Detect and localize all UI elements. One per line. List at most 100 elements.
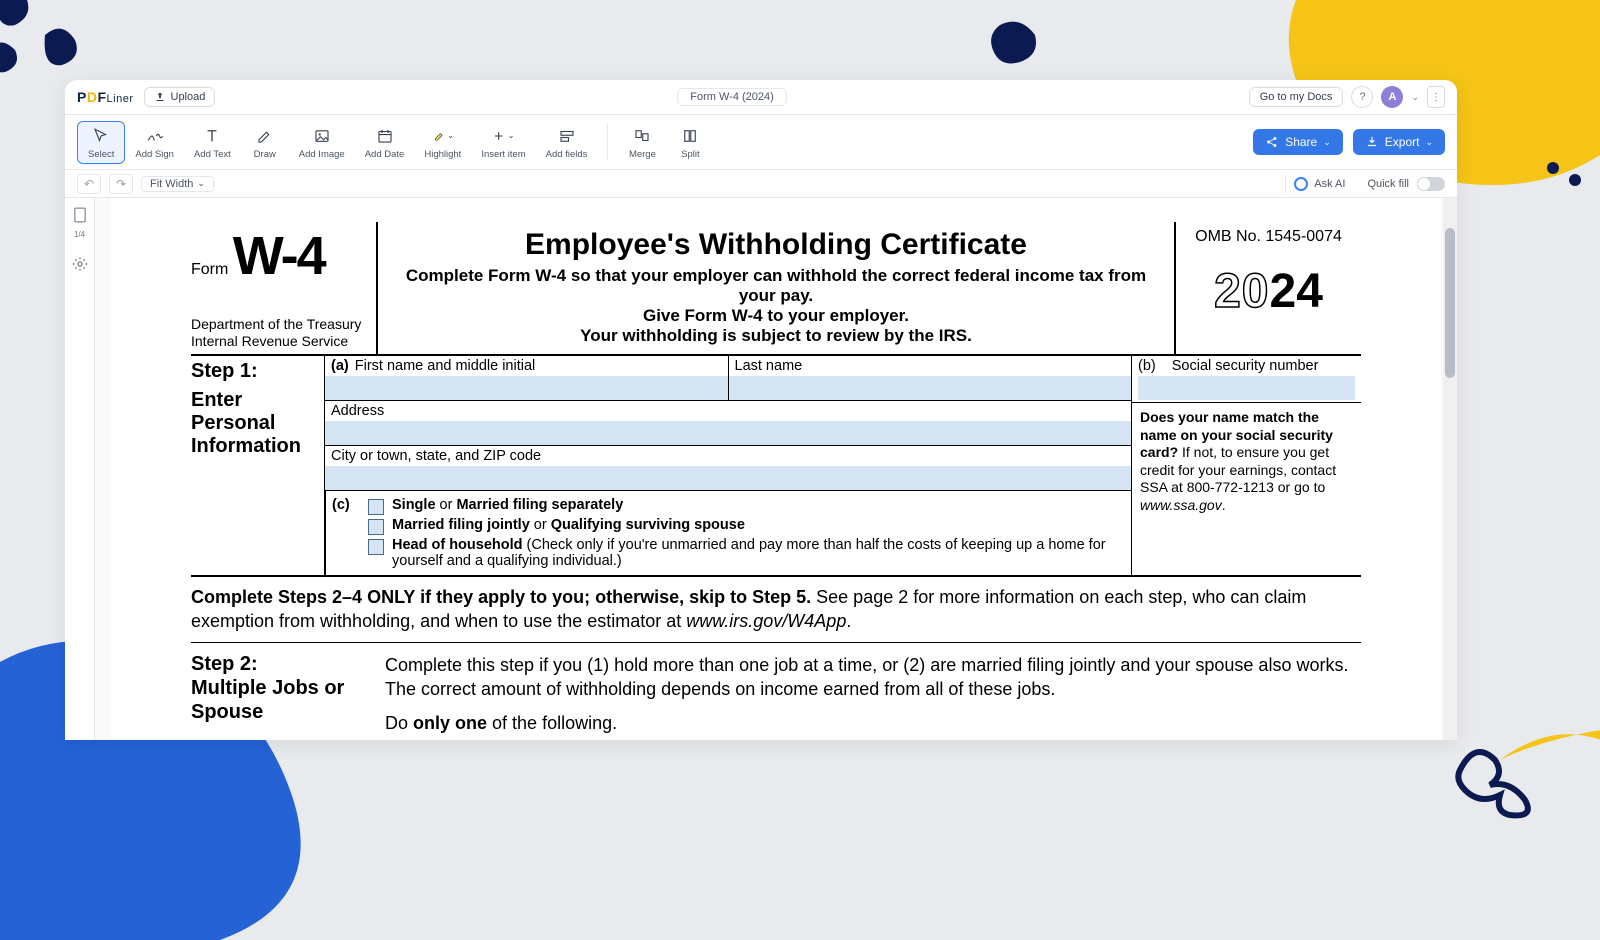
- step2-p2: Do only one of the following.: [385, 711, 1361, 735]
- zoom-label: Fit Width: [150, 178, 193, 190]
- form-header: Form W-4 Department of the Treasury Inte…: [191, 222, 1361, 356]
- document-title-pill[interactable]: Form W-4 (2024): [677, 88, 787, 106]
- my-docs-button[interactable]: Go to my Docs: [1249, 87, 1344, 107]
- tool-label: Add Image: [299, 149, 345, 160]
- form-header-center: Employee's Withholding Certificate Compl…: [376, 222, 1176, 354]
- tool-draw[interactable]: Draw: [241, 121, 289, 164]
- decorative-blob-yellow-br: [1460, 720, 1600, 920]
- dept-line2: Internal Revenue Service: [191, 333, 376, 350]
- page-thumbnails-button[interactable]: [69, 204, 91, 226]
- ssn-label: Social security number: [1172, 358, 1319, 374]
- settings-button[interactable]: [69, 253, 91, 275]
- app-window: PDFLiner Upload Form W-4 (2024) Go to my…: [65, 80, 1457, 740]
- split-icon: [679, 125, 701, 147]
- toolbar: Select Add Sign Add Text Draw Add Image …: [65, 115, 1457, 170]
- tool-merge[interactable]: Merge: [618, 122, 666, 163]
- checkbox-married-jointly[interactable]: [368, 519, 384, 535]
- undo-button[interactable]: ↶: [77, 174, 101, 194]
- subtoolbar: ↶ ↷ Fit Width ⌄ Ask AI Quick fill: [65, 170, 1457, 198]
- signature-icon: [144, 125, 166, 147]
- more-menu-button[interactable]: ⋮: [1427, 86, 1445, 108]
- quickfill-toggle[interactable]: [1417, 177, 1445, 191]
- document-viewer[interactable]: Form W-4 Department of the Treasury Inte…: [95, 198, 1457, 740]
- ssn-help-text: Does your name match the name on your so…: [1132, 403, 1361, 520]
- step1-label: Step 1: Enter Personal Information: [191, 356, 324, 575]
- omb-number: OMB No. 1545-0074: [1180, 228, 1357, 246]
- chevron-down-icon: ⌄: [1425, 137, 1433, 148]
- image-icon: [311, 125, 333, 147]
- zoom-select[interactable]: Fit Width ⌄: [141, 176, 214, 192]
- form-prefix: Form: [191, 261, 228, 278]
- tool-add-text[interactable]: Add Text: [184, 121, 241, 164]
- filing-status-section: (c) Single or Married filing separately …: [325, 491, 1131, 575]
- dept-line1: Department of the Treasury: [191, 316, 376, 333]
- ask-ai-button[interactable]: Ask AI: [1285, 175, 1353, 193]
- tool-label: Draw: [254, 149, 276, 160]
- cursor-icon: [90, 125, 112, 147]
- tool-label: Add Date: [365, 149, 405, 160]
- step2-p1: Complete this step if you (1) hold more …: [385, 653, 1361, 702]
- tool-split[interactable]: Split: [666, 122, 714, 163]
- step1-ssn-col: (b) Social security number Does your nam…: [1131, 356, 1361, 575]
- help-button[interactable]: ?: [1351, 86, 1373, 108]
- tool-add-image[interactable]: Add Image: [289, 121, 355, 164]
- document-page: Form W-4 Department of the Treasury Inte…: [111, 198, 1441, 740]
- tool-label: Insert item: [481, 149, 525, 160]
- step1-section: Step 1: Enter Personal Information (a) Fi…: [191, 356, 1361, 576]
- upload-icon: [154, 91, 166, 103]
- avatar-menu-caret-icon[interactable]: ⌄: [1411, 92, 1419, 103]
- tool-label: Add fields: [546, 149, 588, 160]
- tool-label: Highlight: [424, 149, 461, 160]
- first-name-label: First name and middle initial: [355, 358, 536, 374]
- quickfill-label: Quick fill: [1367, 178, 1409, 190]
- quickfill-row: Quick fill: [1367, 177, 1445, 191]
- tool-add-sign[interactable]: Add Sign: [125, 121, 184, 164]
- redo-button[interactable]: ↷: [109, 174, 133, 194]
- share-label: Share: [1285, 135, 1317, 149]
- label-a: (a): [331, 358, 349, 374]
- instruction-text: Complete Steps 2–4 ONLY if they apply to…: [191, 576, 1361, 643]
- last-name-field[interactable]: [729, 376, 1132, 400]
- checkbox-single[interactable]: [368, 499, 384, 515]
- upload-button[interactable]: Upload: [144, 87, 216, 107]
- step2-number: Step 2:: [191, 653, 361, 676]
- filing-option-1: Single or Married filing separately: [392, 497, 623, 513]
- page-icon: [73, 207, 87, 223]
- tool-highlight[interactable]: ⌄ Highlight: [414, 121, 471, 164]
- form-code: W-4: [233, 226, 325, 286]
- step1-fields: (a)First name and middle initial Last na…: [324, 356, 1131, 575]
- redo-icon: ↷: [116, 177, 126, 191]
- chevron-down-icon: ⌄: [1323, 137, 1331, 148]
- scrollbar-thumb[interactable]: [1445, 228, 1455, 378]
- tool-insert-item[interactable]: ⌄ Insert item: [471, 121, 535, 164]
- filing-option-2: Married filing jointly or Qualifying sur…: [392, 517, 745, 533]
- chevron-down-icon: ⌄: [197, 178, 205, 189]
- brand-logo: PDFLiner: [77, 89, 134, 105]
- ssn-field[interactable]: [1138, 376, 1355, 400]
- highlight-icon: ⌄: [432, 125, 454, 147]
- export-button[interactable]: Export ⌄: [1353, 129, 1445, 155]
- plus-icon: ⌄: [492, 125, 514, 147]
- step2-body: Complete this step if you (1) hold more …: [385, 653, 1361, 740]
- address-field[interactable]: [325, 421, 1131, 445]
- header-bar: PDFLiner Upload Form W-4 (2024) Go to my…: [65, 80, 1457, 115]
- form-sub3: Your withholding is subject to review by…: [388, 326, 1164, 346]
- tool-label: Add Sign: [135, 149, 174, 160]
- decorative-dots-tr: [1545, 160, 1585, 200]
- pencil-icon: [254, 125, 276, 147]
- form-header-left: Form W-4 Department of the Treasury Inte…: [191, 222, 376, 354]
- tool-add-fields[interactable]: Add fields: [536, 121, 598, 164]
- tool-add-date[interactable]: Add Date: [355, 121, 415, 164]
- user-avatar[interactable]: A: [1381, 86, 1403, 108]
- city-field[interactable]: [325, 466, 1131, 490]
- first-name-field[interactable]: [325, 376, 728, 400]
- tool-label: Select: [88, 149, 114, 160]
- undo-icon: ↶: [84, 177, 94, 191]
- checkbox-head-household[interactable]: [368, 539, 384, 555]
- city-label: City or town, state, and ZIP code: [325, 446, 1131, 466]
- tool-select[interactable]: Select: [77, 121, 125, 164]
- share-button[interactable]: Share ⌄: [1253, 129, 1343, 155]
- calendar-icon: [374, 125, 396, 147]
- form-title: Employee's Withholding Certificate: [388, 228, 1164, 262]
- address-label: Address: [325, 401, 1131, 421]
